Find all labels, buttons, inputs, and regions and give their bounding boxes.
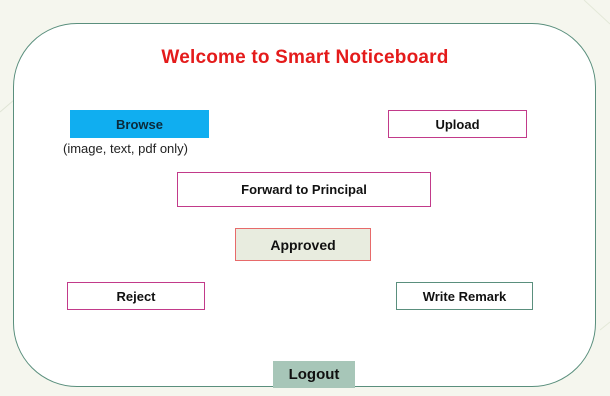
page-title: Welcome to Smart Noticeboard xyxy=(161,47,449,68)
forward-to-principal-button[interactable]: Forward to Principal xyxy=(177,172,431,207)
browse-button[interactable]: Browse xyxy=(70,110,209,138)
upload-button[interactable]: Upload xyxy=(388,110,527,138)
reject-button[interactable]: Reject xyxy=(67,282,205,310)
browse-hint: (image, text, pdf only) xyxy=(63,141,188,156)
approved-button[interactable]: Approved xyxy=(235,228,371,261)
write-remark-button[interactable]: Write Remark xyxy=(396,282,533,310)
logout-button[interactable]: Logout xyxy=(273,361,355,388)
